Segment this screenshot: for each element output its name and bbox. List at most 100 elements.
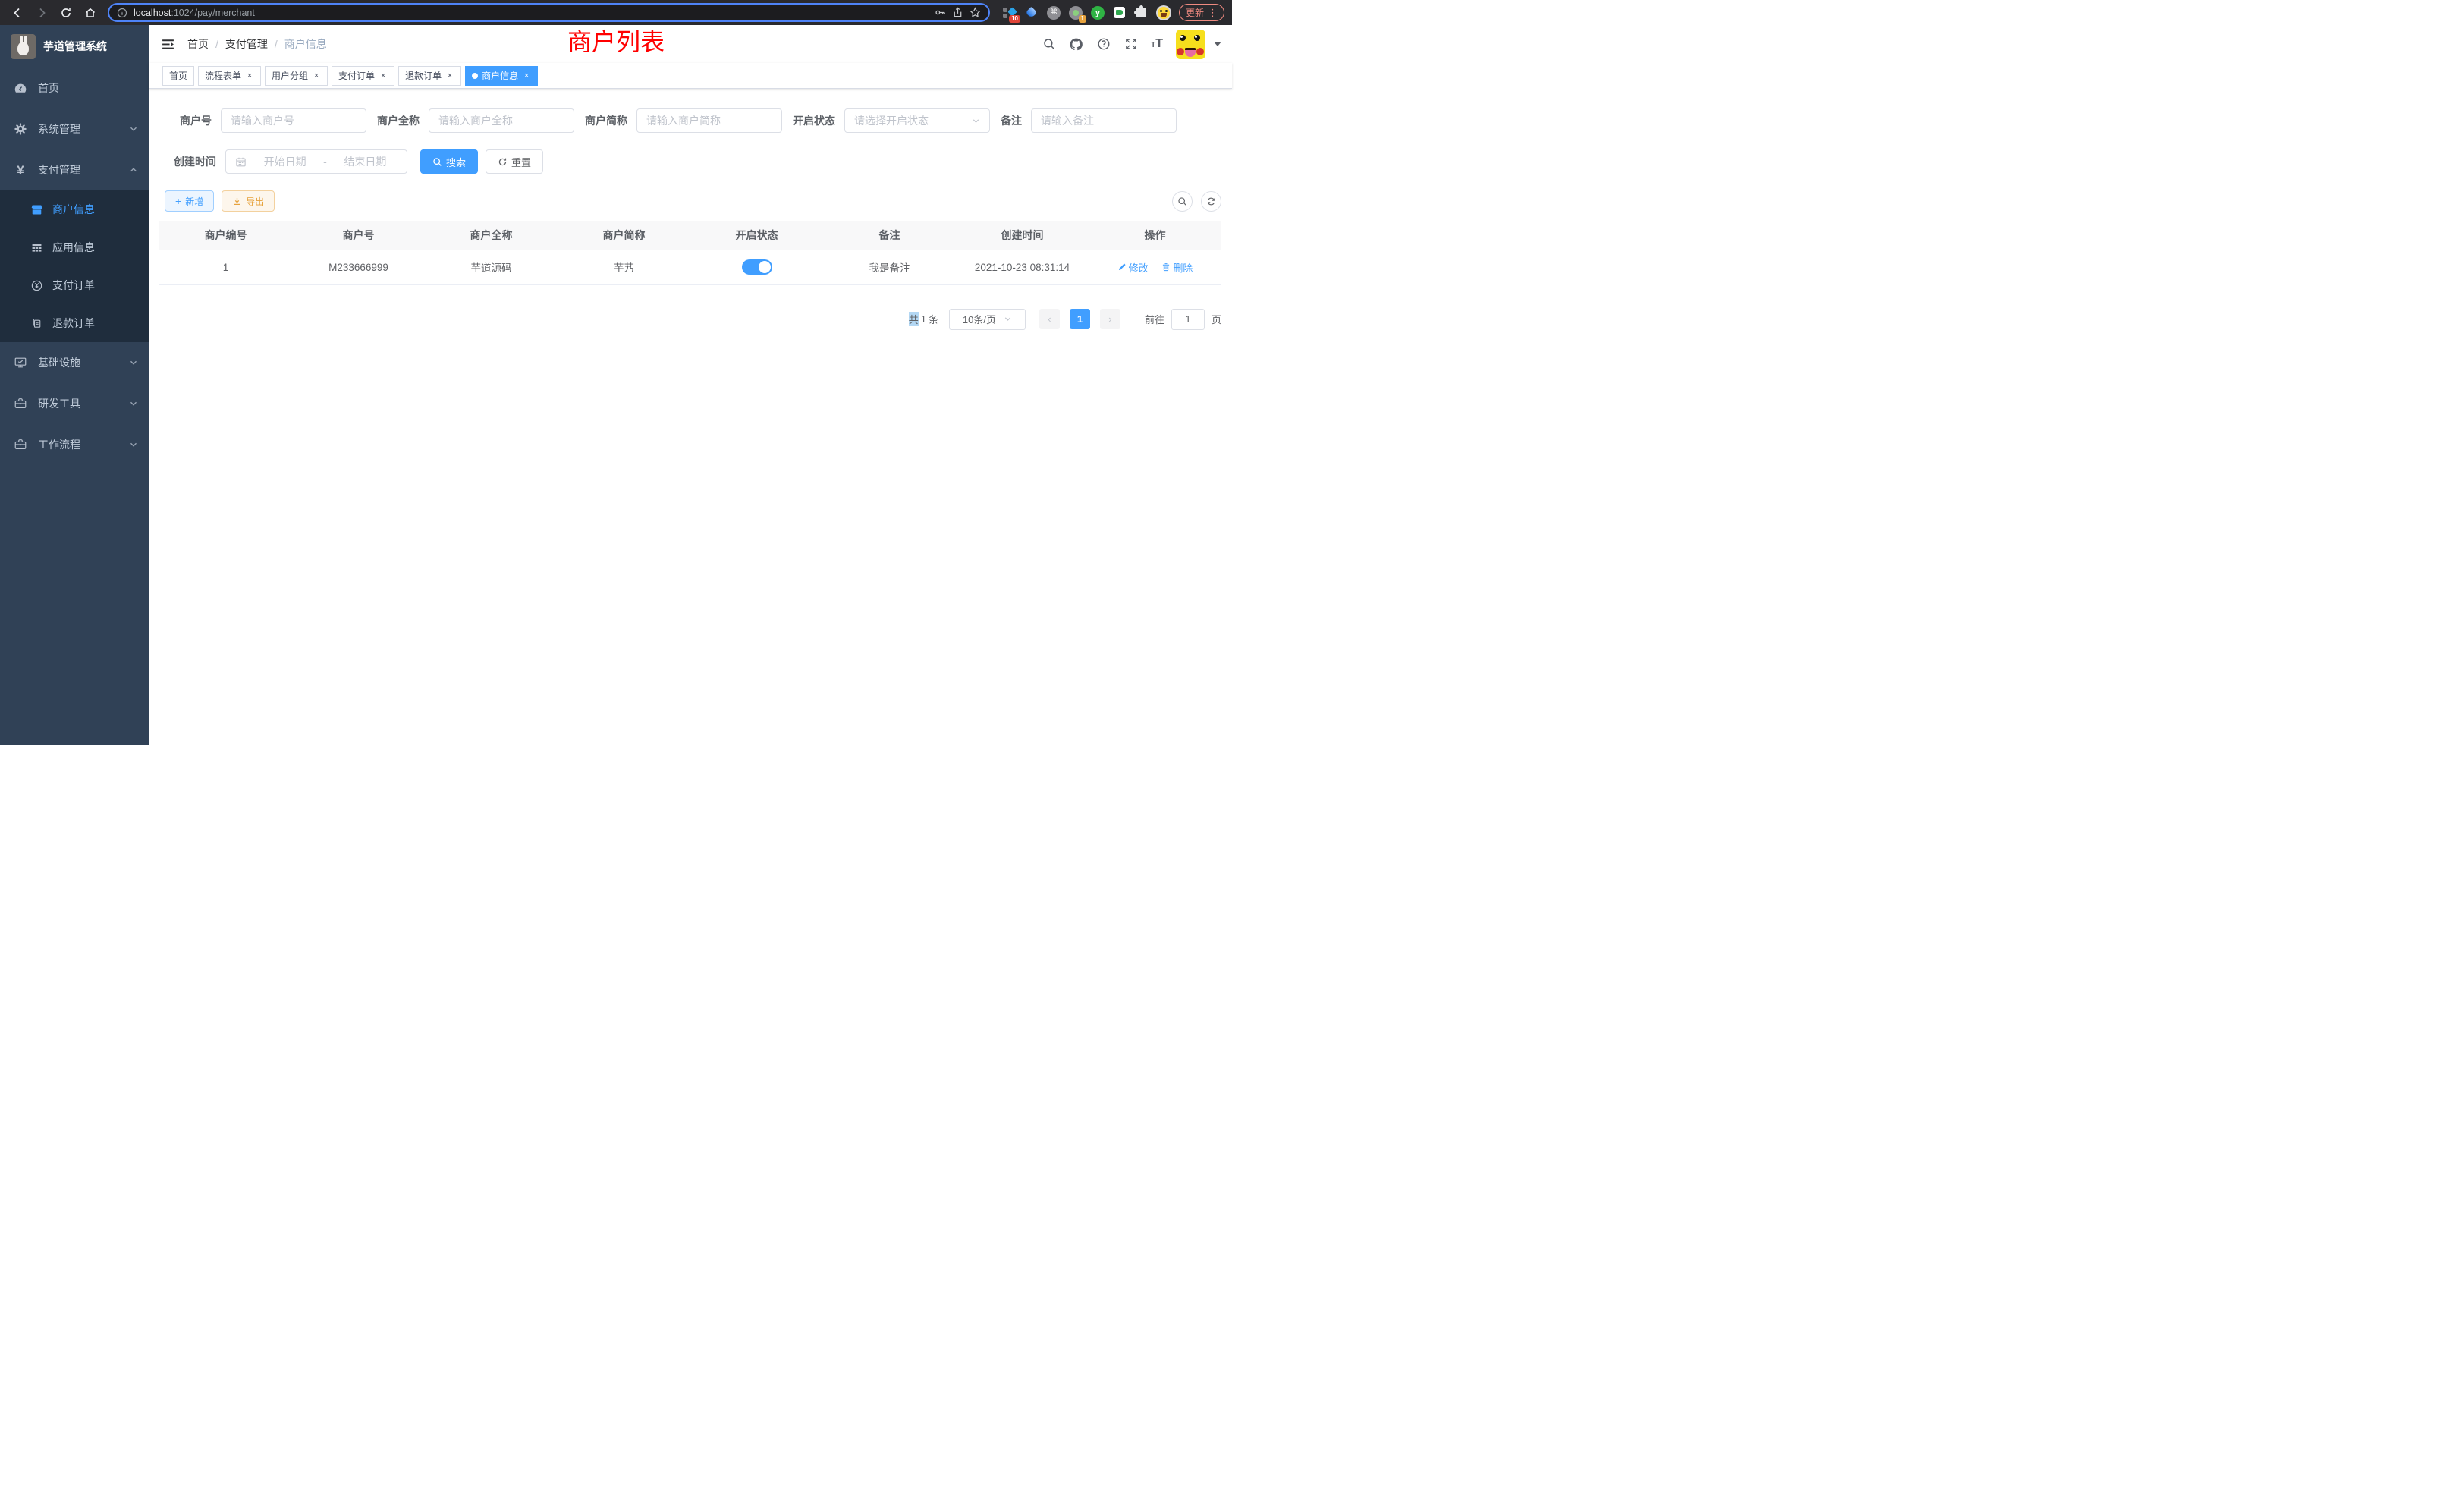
sidebar-item-workflow[interactable]: 工作流程 xyxy=(0,424,149,465)
extension-icon-recorder[interactable]: 1 xyxy=(1068,5,1083,20)
close-icon[interactable]: × xyxy=(379,71,388,80)
extension-icon-chat[interactable] xyxy=(1112,5,1127,20)
page-size-select[interactable]: 10条/页 xyxy=(949,309,1026,330)
bookmark-star-icon[interactable] xyxy=(970,7,981,18)
extension-icon-kite[interactable] xyxy=(1024,5,1039,20)
tab-refund-order[interactable]: 退款订单× xyxy=(398,66,461,86)
current-page-button[interactable]: 1 xyxy=(1070,309,1090,329)
sidebar-logo[interactable]: 芋道管理系统 xyxy=(0,25,149,68)
browser-menu-dots-icon[interactable]: ⋮ xyxy=(1208,7,1218,19)
back-arrow-icon xyxy=(11,7,24,19)
page-content: 商户号 请输入商户号 商户全称 请输入商户全称 商户简称 请输入商户简称 开启状… xyxy=(149,89,1232,745)
app-title: 芋道管理系统 xyxy=(43,39,107,54)
font-size-button[interactable]: TT xyxy=(1151,37,1163,51)
add-button[interactable]: + 新增 xyxy=(165,190,214,212)
extension-badge: 1 xyxy=(1079,15,1086,23)
export-button[interactable]: 导出 xyxy=(222,190,275,212)
remark-input[interactable]: 请输入备注 xyxy=(1031,108,1177,133)
sidebar-item-system[interactable]: 系统管理 xyxy=(0,108,149,149)
extension-icon-command[interactable]: ⌘ xyxy=(1046,5,1061,20)
address-bar[interactable]: localhost:1024/pay/merchant xyxy=(108,3,990,22)
sidebar-item-home[interactable]: 首页 xyxy=(0,68,149,108)
header-search-button[interactable] xyxy=(1042,37,1056,52)
search-icon xyxy=(1042,37,1056,51)
user-avatar[interactable] xyxy=(1176,30,1205,59)
table-header-row: 商户编号 商户号 商户全称 商户简称 开启状态 备注 创建时间 操作 xyxy=(159,221,1221,250)
site-info-icon[interactable] xyxy=(117,8,127,18)
merchant-no-input[interactable]: 请输入商户号 xyxy=(221,108,366,133)
tab-pay-order[interactable]: 支付订单× xyxy=(332,66,394,86)
tab-merchant-info[interactable]: 商户信息× xyxy=(465,66,538,86)
breadcrumb-home[interactable]: 首页 xyxy=(187,36,209,52)
close-icon[interactable]: × xyxy=(445,71,454,80)
status-select[interactable]: 请选择开启状态 xyxy=(844,108,990,133)
cell-actions: 修改 删除 xyxy=(1089,250,1221,284)
prev-page-button[interactable]: ‹ xyxy=(1039,309,1060,329)
chevron-down-icon xyxy=(1004,315,1012,323)
close-icon[interactable]: × xyxy=(522,71,531,80)
cell-short-name: 芋艿 xyxy=(558,250,690,284)
extension-icon-drive[interactable]: 10 xyxy=(1002,5,1017,20)
reset-button[interactable]: 重置 xyxy=(486,149,543,174)
short-name-label: 商户简称 xyxy=(585,113,627,128)
edit-link[interactable]: 修改 xyxy=(1117,260,1149,275)
sidebar-item-infra[interactable]: 基础设施 xyxy=(0,342,149,383)
plus-icon: + xyxy=(175,196,181,206)
breadcrumb-payment[interactable]: 支付管理 xyxy=(225,36,268,52)
create-time-range-picker[interactable]: 开始日期 - 结束日期 xyxy=(225,149,407,174)
table-row: 1 M233666999 芋道源码 芋艿 我是备注 2021-10-23 08:… xyxy=(159,250,1221,284)
tab-home[interactable]: 首页 xyxy=(162,66,194,86)
sidebar-item-app-info[interactable]: 应用信息 xyxy=(0,228,149,266)
short-name-input[interactable]: 请输入商户简称 xyxy=(636,108,782,133)
avatar-caret-icon[interactable] xyxy=(1214,42,1221,46)
profile-avatar-emoji[interactable] xyxy=(1156,5,1171,20)
sidebar-menu: 首页 系统管理 ¥ 支付管理 商户信息 xyxy=(0,68,149,745)
next-page-button[interactable]: › xyxy=(1100,309,1120,329)
delete-link[interactable]: 删除 xyxy=(1161,260,1193,275)
monitor-icon xyxy=(14,356,27,369)
github-link[interactable] xyxy=(1069,37,1083,52)
remark-label: 备注 xyxy=(1001,113,1022,128)
top-navbar: 首页 / 支付管理 / 商户信息 TT xyxy=(149,25,1232,63)
refresh-icon xyxy=(1206,196,1216,206)
shop-icon xyxy=(30,203,43,216)
cell-merchant-no: M233666999 xyxy=(292,250,425,284)
trash-icon xyxy=(1161,262,1171,272)
status-toggle[interactable] xyxy=(742,259,772,275)
refresh-table-button[interactable] xyxy=(1201,191,1221,212)
sidebar-item-merchant-info[interactable]: 商户信息 xyxy=(0,190,149,228)
reload-icon xyxy=(60,7,72,19)
goto-page-input[interactable]: 1 xyxy=(1171,309,1205,330)
sidebar-item-pay-order[interactable]: 支付订单 xyxy=(0,266,149,304)
tab-process-form[interactable]: 流程表单× xyxy=(198,66,261,86)
password-key-icon[interactable] xyxy=(935,7,946,18)
search-icon xyxy=(432,157,442,167)
browser-reload-button[interactable] xyxy=(56,3,76,23)
toggle-search-button[interactable] xyxy=(1172,191,1193,212)
help-button[interactable] xyxy=(1096,37,1111,52)
pagination: 共 1 条 10条/页 ‹ 1 › 前往 1 页 xyxy=(159,309,1221,330)
browser-home-button[interactable] xyxy=(80,3,100,23)
fullscreen-icon xyxy=(1124,37,1138,51)
browser-back-button[interactable] xyxy=(8,3,27,23)
browser-update-button[interactable]: 更新 ⋮ xyxy=(1179,4,1224,21)
url-text: localhost:1024/pay/merchant xyxy=(134,8,255,18)
sidebar-item-payment[interactable]: ¥ 支付管理 xyxy=(0,149,149,190)
close-icon[interactable]: × xyxy=(312,71,321,80)
extension-icon-y[interactable]: y xyxy=(1090,5,1105,20)
full-name-input[interactable]: 请输入商户全称 xyxy=(429,108,574,133)
fullscreen-button[interactable] xyxy=(1124,37,1138,52)
close-icon[interactable]: × xyxy=(245,71,254,80)
search-button[interactable]: 搜索 xyxy=(420,149,478,174)
end-date-placeholder: 结束日期 xyxy=(333,154,398,169)
extensions-puzzle-icon[interactable] xyxy=(1134,5,1149,20)
browser-forward-button[interactable] xyxy=(32,3,52,23)
red-annotation-title: 商户列表 xyxy=(567,29,665,55)
sidebar-item-refund-order[interactable]: 退款订单 xyxy=(0,304,149,342)
tab-user-group[interactable]: 用户分组× xyxy=(265,66,328,86)
sidebar-collapse-icon[interactable] xyxy=(161,37,175,52)
yen-circle-icon xyxy=(30,279,43,292)
sidebar-item-dev-tools[interactable]: 研发工具 xyxy=(0,383,149,424)
share-icon[interactable] xyxy=(952,7,963,18)
status-label: 开启状态 xyxy=(793,113,835,128)
